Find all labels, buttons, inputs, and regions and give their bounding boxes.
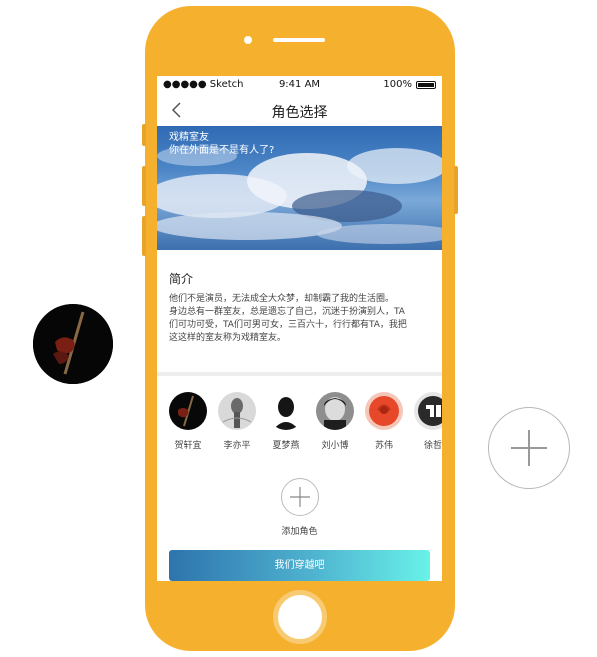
character-item[interactable]: 徐哲 (408, 392, 442, 451)
battery-percent: 100% (383, 79, 412, 90)
character-item[interactable]: 刘小博 (310, 392, 360, 451)
earpiece (273, 38, 325, 42)
mute-switch (142, 124, 146, 146)
intro-section: 简介 他们不是演员，无法成全大众梦，却制霸了我的生活圈。 身边总有一群室友，总是… (169, 270, 431, 345)
phone-screen: ●●●●● Sketch 9:41 AM 100% 角色选择 戏精室友 你在外面… (157, 76, 442, 581)
logo-avatar-icon (414, 392, 442, 430)
page-title: 角色选择 (271, 105, 328, 121)
character-name: 贺轩宜 (174, 441, 202, 451)
character-name: 徐哲 (423, 441, 442, 451)
character-name: 苏伟 (374, 441, 393, 451)
home-button[interactable] (273, 590, 327, 644)
camera-dot (244, 36, 252, 44)
character-name: 刘小博 (321, 441, 349, 451)
plus-icon (290, 487, 310, 507)
guitar-avatar-icon (169, 392, 207, 430)
character-item[interactable]: 苏伟 (359, 392, 409, 451)
add-role-label: 添加角色 (281, 527, 318, 537)
add-role-button[interactable] (281, 478, 319, 516)
selected-character-avatar[interactable] (33, 304, 113, 384)
mannequin-avatar-icon (218, 392, 256, 430)
silhouette-avatar-icon (267, 392, 305, 430)
battery-icon (416, 80, 436, 89)
rose-avatar-icon (365, 392, 403, 430)
navigation-bar: 角色选择 (157, 94, 442, 127)
add-character-button-large[interactable] (488, 407, 570, 489)
status-bar: ●●●●● Sketch 9:41 AM 100% (157, 76, 442, 94)
character-item[interactable]: 贺轩宜 (163, 392, 213, 451)
volume-up-button (142, 166, 146, 206)
volume-down-button (142, 216, 146, 256)
character-item[interactable]: 夏梦燕 (261, 392, 311, 451)
banner-image: 戏精室友 你在外面是不是有人了? (157, 126, 442, 250)
character-list[interactable]: 贺轩宜 李亦平 夏梦燕 刘小博 苏伟 徐哲 (157, 384, 442, 464)
character-item[interactable]: 李亦平 (212, 392, 262, 451)
character-name: 李亦平 (223, 441, 251, 451)
start-button[interactable]: 我们穿越吧 (169, 550, 430, 581)
power-button (454, 166, 458, 214)
phone-frame: ●●●●● Sketch 9:41 AM 100% 角色选择 戏精室友 你在外面… (142, 6, 458, 651)
portrait-avatar-icon (316, 392, 354, 430)
intro-body: 他们不是演员，无法成全大众梦，却制霸了我的生活圈。 身边总有一群室友，总是遗忘了… (169, 294, 407, 343)
character-name: 夏梦燕 (272, 441, 300, 451)
plus-icon (511, 430, 547, 466)
banner-subtitle: 你在外面是不是有人了? (169, 145, 275, 156)
section-divider (157, 372, 442, 376)
intro-title: 简介 (169, 272, 194, 286)
banner-title: 戏精室友 (169, 132, 209, 143)
guitar-icon (33, 304, 113, 384)
